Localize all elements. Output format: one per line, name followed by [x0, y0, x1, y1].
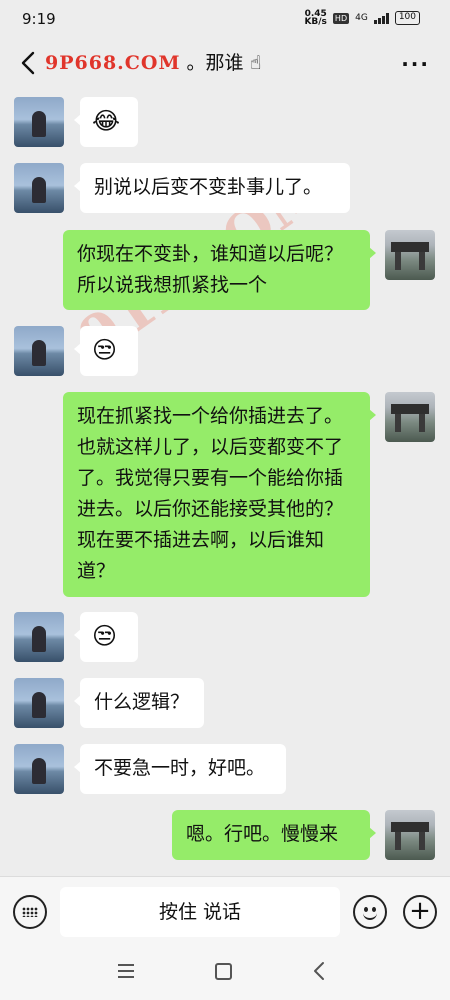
- more-options-icon[interactable]: ···: [401, 52, 430, 76]
- friend-avatar[interactable]: [14, 678, 64, 728]
- chat-title: 9P668.COM 。那谁 ☝: [45, 48, 261, 75]
- message-bubble[interactable]: 嗯。行吧。慢慢来: [172, 810, 376, 860]
- friend-avatar[interactable]: [14, 744, 64, 794]
- network-speed: 0.45 KB/s: [304, 10, 327, 27]
- my-avatar[interactable]: [385, 230, 435, 280]
- my-avatar[interactable]: [385, 810, 435, 860]
- battery-icon: 100: [394, 11, 420, 25]
- message-bubble[interactable]: 😂: [74, 97, 138, 147]
- menu-icon[interactable]: [118, 964, 134, 978]
- system-navigation-bar: [0, 946, 450, 1000]
- signal-icon: [373, 12, 389, 24]
- emoji-icon[interactable]: [353, 895, 387, 929]
- message-bubble[interactable]: 不要急一时，好吧。: [74, 744, 286, 794]
- contact-name-emoji: ☝: [249, 52, 262, 74]
- back-arrow-icon[interactable]: [18, 50, 40, 76]
- status-indicators: 0.45 KB/s HD 4G 100: [304, 10, 420, 27]
- message-bubble[interactable]: 😒: [74, 612, 138, 662]
- message-bubble[interactable]: 现在抓紧找一个给你插进去了。也就这样儿了，以后变都变不了了。我觉得只要有一个能给…: [63, 392, 376, 597]
- status-bar: 9:19 0.45 KB/s HD 4G 100: [0, 0, 450, 38]
- system-back-icon[interactable]: [312, 961, 326, 981]
- plus-icon[interactable]: +: [403, 895, 437, 929]
- friend-avatar[interactable]: [14, 612, 64, 662]
- status-time: 9:19: [22, 10, 56, 28]
- hold-to-talk-button[interactable]: 按住 说话: [60, 887, 340, 937]
- home-icon[interactable]: [215, 963, 232, 980]
- message-bubble[interactable]: 你现在不变卦，谁知道以后呢？所以说我想抓紧找一个: [63, 230, 376, 310]
- contact-name: 。那谁: [186, 52, 244, 74]
- message-bubble[interactable]: 什么逻辑？: [74, 678, 204, 728]
- hd-badge: HD: [332, 12, 350, 24]
- my-avatar[interactable]: [385, 392, 435, 442]
- friend-avatar[interactable]: [14, 326, 64, 376]
- friend-avatar[interactable]: [14, 163, 64, 213]
- keyboard-toggle-icon[interactable]: [13, 895, 47, 929]
- network-speed-unit: KB/s: [304, 17, 327, 27]
- chat-input-bar: 按住 说话 +: [0, 876, 450, 946]
- friend-avatar[interactable]: [14, 97, 64, 147]
- network-type: 4G: [355, 13, 368, 23]
- message-bubble[interactable]: 别说以后变不变卦事儿了。: [74, 163, 350, 213]
- chat-header: 9P668.COM 。那谁 ☝ ···: [0, 38, 450, 88]
- site-watermark: 9P668.COM: [45, 52, 181, 74]
- message-bubble[interactable]: 😒: [74, 326, 138, 376]
